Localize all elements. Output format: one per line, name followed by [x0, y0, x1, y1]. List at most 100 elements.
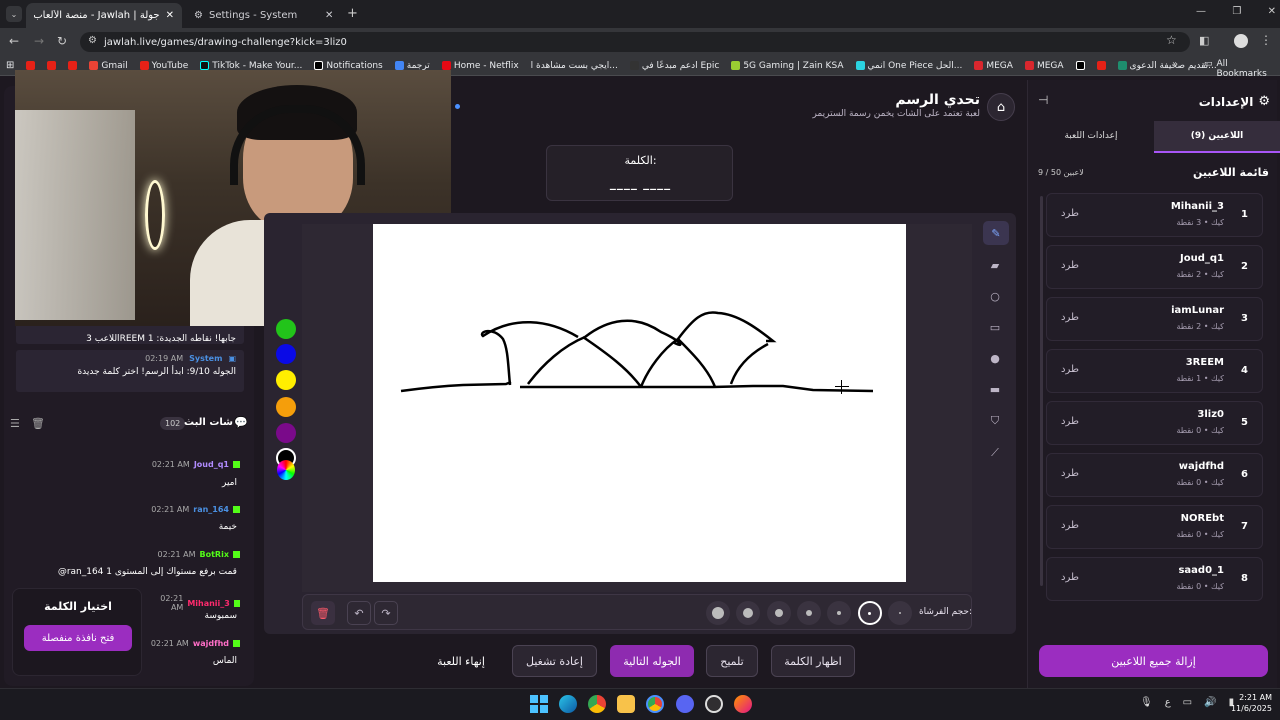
filled-rectangle-tool[interactable]: ▬ [983, 377, 1007, 401]
filled-circle-tool[interactable]: ● [983, 346, 1007, 370]
brush-size-xxs[interactable] [887, 601, 912, 625]
drawing-canvas[interactable] [373, 224, 906, 582]
volume-icon[interactable]: 🔊 [1204, 697, 1216, 708]
filter-icon[interactable]: ☰ [10, 417, 20, 430]
minimize-icon[interactable]: — [1196, 6, 1206, 17]
tab-jawlah[interactable]: جولة | Jawlah - منصة الألعاب الـ... ✕ [26, 3, 182, 28]
next-round-button[interactable]: الجوله التالية [610, 645, 694, 677]
bookmark-youtube[interactable]: YouTube [134, 61, 195, 71]
rectangle-tool[interactable]: ▭ [983, 315, 1007, 339]
extensions-icon[interactable]: ◧ [1199, 34, 1209, 47]
chat-username[interactable]: Mihanii_3 [187, 599, 230, 608]
color-swatch-orange[interactable] [276, 397, 296, 417]
chat-username[interactable]: ran_164 [193, 505, 229, 514]
chat-username[interactable]: wajdfhd [193, 639, 229, 648]
redo-button[interactable]: ↷ [374, 601, 398, 625]
bookmark-yt-1[interactable] [20, 61, 41, 70]
kick-player-button[interactable]: طرد [1061, 312, 1079, 323]
show-word-button[interactable]: اظهار الكلمة [771, 645, 855, 677]
brush-size-xs[interactable] [827, 601, 852, 625]
custom-color-picker[interactable] [277, 460, 295, 480]
home-button[interactable]: ⌂ [987, 93, 1015, 121]
brush-size-selected[interactable] [857, 601, 882, 625]
new-tab-icon[interactable]: + [347, 6, 358, 21]
line-tool[interactable]: ⟋ [983, 441, 1007, 465]
eraser-tool[interactable]: ▰ [983, 253, 1007, 277]
bookmark-mega-2[interactable]: MEGA [1019, 61, 1070, 71]
bookmark-gmail[interactable]: Gmail [83, 61, 133, 71]
chat-username[interactable]: Joud_q1 [194, 460, 229, 469]
bookmark-netflix[interactable]: Home - Netflix [436, 61, 525, 71]
end-game-button[interactable]: إنهاء اللعبة [425, 655, 497, 668]
trash-icon[interactable]: 🗑 [31, 417, 45, 430]
clock[interactable]: 2:21 AM 11/6/2025 [1222, 692, 1272, 714]
bookmark-yt-2[interactable] [41, 61, 62, 70]
firefox-icon[interactable] [734, 695, 752, 713]
edge-icon[interactable] [559, 695, 577, 713]
kick-player-button[interactable]: طرد [1061, 572, 1079, 583]
bookmark-x-2[interactable] [1070, 61, 1091, 70]
undo-button[interactable]: ↶ [347, 601, 371, 625]
discord-icon[interactable] [676, 695, 694, 713]
kick-player-button[interactable]: طرد [1061, 520, 1079, 531]
kick-player-button[interactable]: طرد [1061, 416, 1079, 427]
remove-all-players-button[interactable]: إزالة جميع اللاعبين [1039, 645, 1268, 677]
color-swatch-purple[interactable] [276, 423, 296, 443]
clear-canvas-button[interactable]: 🗑 [311, 601, 335, 625]
bookmark-x[interactable]: Notifications [308, 61, 388, 71]
file-explorer-icon[interactable] [617, 695, 635, 713]
start-icon[interactable] [530, 695, 548, 713]
network-icon[interactable]: ▭ [1183, 697, 1192, 708]
bookmark-egybest[interactable]: ايجي بست مشاهدة ا... [525, 61, 624, 71]
tab-players[interactable]: اللاعبين (9) [1154, 121, 1280, 153]
fill-bucket-tool[interactable]: ⛉ [983, 409, 1007, 433]
maximize-icon[interactable]: ❐ [1232, 6, 1241, 17]
star-icon[interactable]: ☆ [1166, 33, 1177, 47]
reload-icon[interactable]: ↻ [57, 34, 67, 48]
bookmark-translate[interactable]: ترجمة [389, 61, 436, 71]
close-icon[interactable]: ✕ [166, 10, 174, 21]
restart-button[interactable]: إعادة تشغيل [512, 645, 597, 677]
language-indicator[interactable]: ع [1165, 697, 1171, 708]
kick-player-button[interactable]: طرد [1061, 208, 1079, 219]
color-swatch-blue[interactable] [276, 344, 296, 364]
mic-icon[interactable]: 🎙 [1140, 697, 1153, 708]
back-icon[interactable]: ← [9, 34, 19, 48]
tab-game-settings[interactable]: إعدادات اللعبة [1028, 121, 1154, 153]
kick-player-button[interactable]: طرد [1061, 468, 1079, 479]
close-window-icon[interactable]: ✕ [1268, 6, 1276, 17]
collapse-sidebar-icon[interactable]: ⊣ [1038, 93, 1048, 107]
obs-icon[interactable] [705, 695, 723, 713]
color-swatch-green[interactable] [276, 319, 296, 339]
profile-icon[interactable] [1234, 34, 1248, 48]
tab-list-button[interactable]: ⌄ [6, 6, 22, 22]
bookmark-mega-1[interactable]: MEGA [968, 61, 1019, 71]
bookmark-yt-3[interactable] [62, 61, 83, 70]
bookmark-onepiece[interactable]: انمي One Piece الحل... [850, 61, 969, 71]
pen-tool[interactable]: ✎ [983, 221, 1009, 245]
chrome-active-icon[interactable] [646, 695, 664, 713]
color-swatch-yellow[interactable] [276, 370, 296, 390]
players-scrollbar[interactable] [1040, 196, 1043, 586]
open-separate-window-button[interactable]: فتح نافذة منفصلة [24, 625, 132, 651]
bookmark-epic[interactable]: ادعم مبدعًا في Epic [624, 61, 726, 71]
more-bookmarks-icon[interactable]: » [1172, 59, 1178, 70]
brush-size-m[interactable] [766, 601, 791, 625]
menu-icon[interactable]: ⋮ [1260, 33, 1272, 47]
brush-size-s[interactable] [796, 601, 821, 625]
url-field[interactable]: jawlah.live/games/drawing-challenge?kick… [80, 32, 1190, 52]
close-icon[interactable]: ✕ [325, 10, 333, 21]
bookmark-zain[interactable]: 5G Gaming | Zain KSA [725, 61, 849, 71]
chat-username[interactable]: BotRix [200, 550, 229, 559]
circle-tool[interactable]: ○ [983, 284, 1007, 308]
brush-size-xl[interactable] [706, 601, 730, 625]
kick-player-button[interactable]: طرد [1061, 260, 1079, 271]
bookmark-tiktok[interactable]: TikTok - Make Your... [194, 61, 308, 71]
hint-button[interactable]: تلميح [706, 645, 758, 677]
bookmark-yt-4[interactable] [1091, 61, 1112, 70]
site-info-icon[interactable]: ⚙ [88, 35, 97, 46]
kick-player-button[interactable]: طرد [1061, 364, 1079, 375]
brush-size-l[interactable] [736, 601, 761, 625]
chrome-icon[interactable] [588, 695, 606, 713]
tab-settings[interactable]: ⚙ Settings - System ✕ [186, 3, 342, 28]
